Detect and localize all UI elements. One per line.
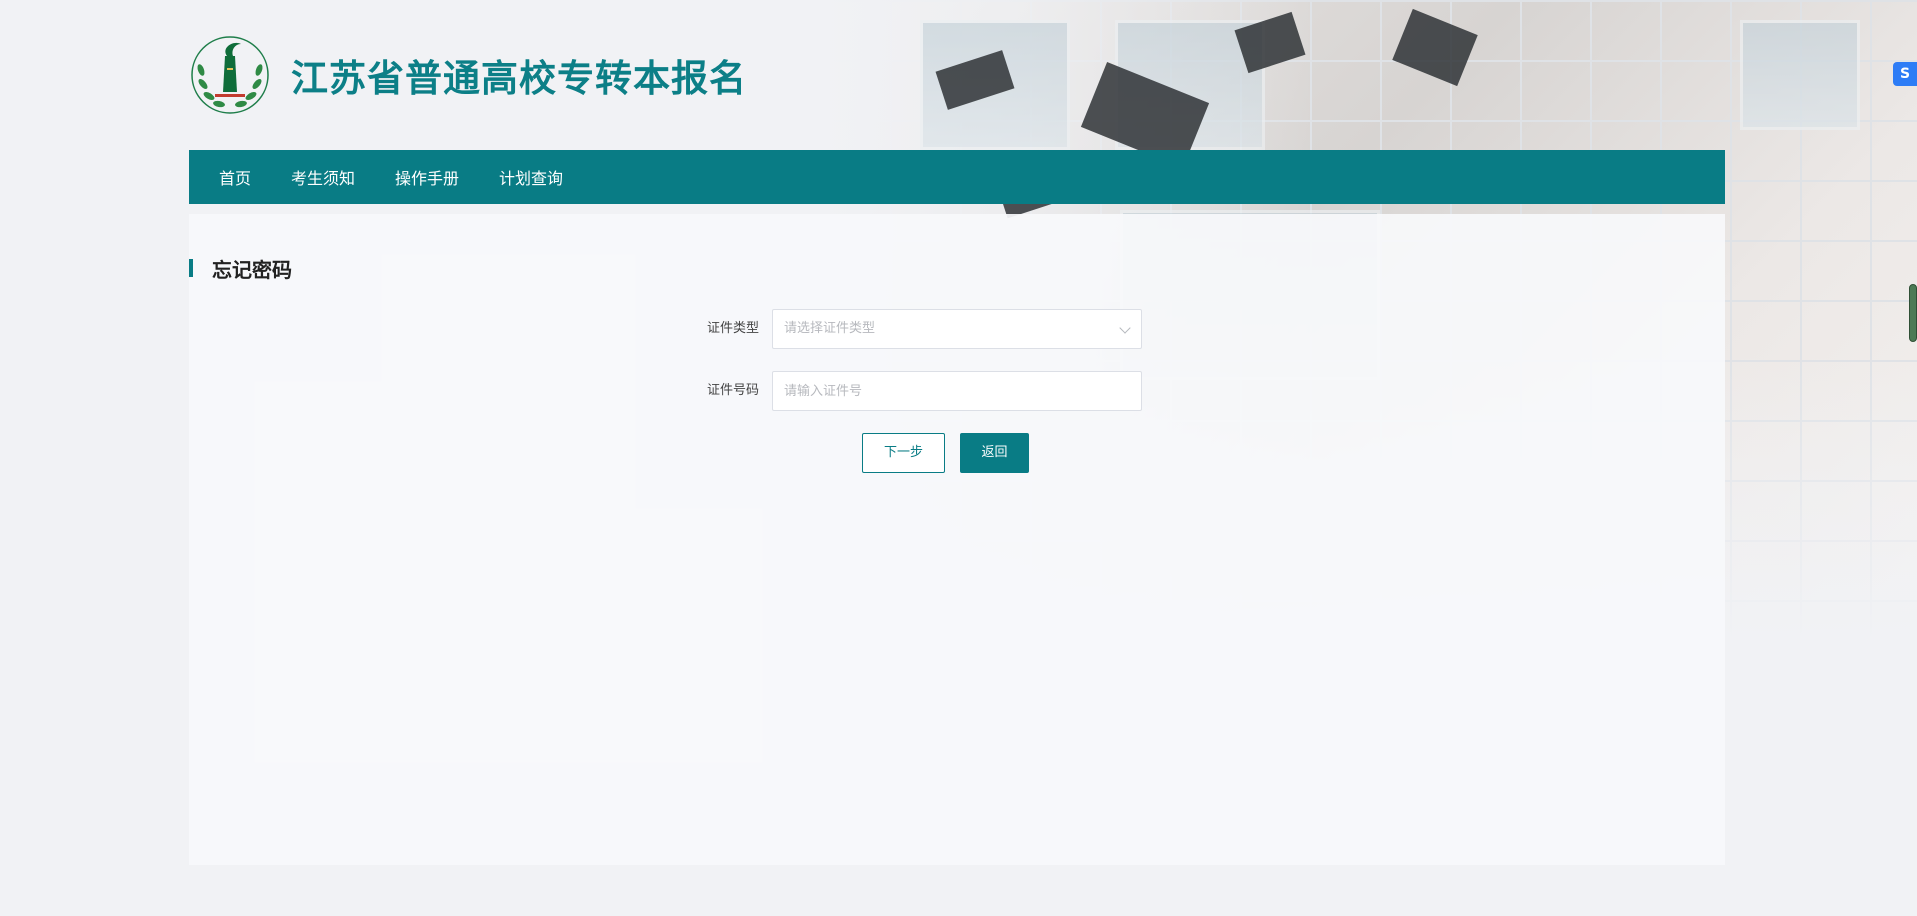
site-header: 江苏省普通高校专转本报名 — [189, 30, 747, 120]
id-type-select[interactable]: 请选择证件类型 — [772, 309, 1142, 349]
id-number-input[interactable] — [772, 371, 1142, 411]
forgot-password-panel: 忘记密码 证件类型 请选择证件类型 证件号码 下一步 返回 — [189, 214, 1725, 865]
id-type-row: 证件类型 请选择证件类型 — [189, 309, 1725, 349]
section-accent-bar — [189, 259, 193, 277]
main-nav: 首页 考生须知 操作手册 计划查询 — [189, 150, 1725, 204]
nav-item-plan-query[interactable]: 计划查询 — [499, 165, 563, 189]
page-title: 忘记密码 — [212, 257, 292, 282]
page: 江苏省普通高校专转本报名 首页 考生须知 操作手册 计划查询 忘记密码 证件类型… — [0, 0, 1917, 916]
nav-item-candidate-notice[interactable]: 考生须知 — [291, 165, 355, 189]
scrollbar-thumb[interactable] — [1909, 284, 1917, 342]
chevron-down-icon[interactable] — [1119, 322, 1131, 334]
button-row: 下一步 返回 — [189, 433, 1725, 473]
translate-icon[interactable]: S — [1893, 62, 1917, 86]
id-type-label: 证件类型 — [706, 321, 759, 336]
nav-item-home[interactable]: 首页 — [219, 165, 251, 189]
next-step-button[interactable]: 下一步 — [862, 433, 945, 473]
back-button[interactable]: 返回 — [960, 433, 1029, 473]
site-title: 江苏省普通高校专转本报名 — [291, 57, 747, 100]
nav-item-user-manual[interactable]: 操作手册 — [395, 165, 459, 189]
id-number-row: 证件号码 — [189, 371, 1725, 411]
id-type-placeholder: 请选择证件类型 — [784, 321, 876, 336]
section-heading: 忘记密码 — [189, 256, 292, 282]
id-number-label: 证件号码 — [706, 383, 759, 398]
school-emblem-icon[interactable] — [189, 34, 271, 116]
